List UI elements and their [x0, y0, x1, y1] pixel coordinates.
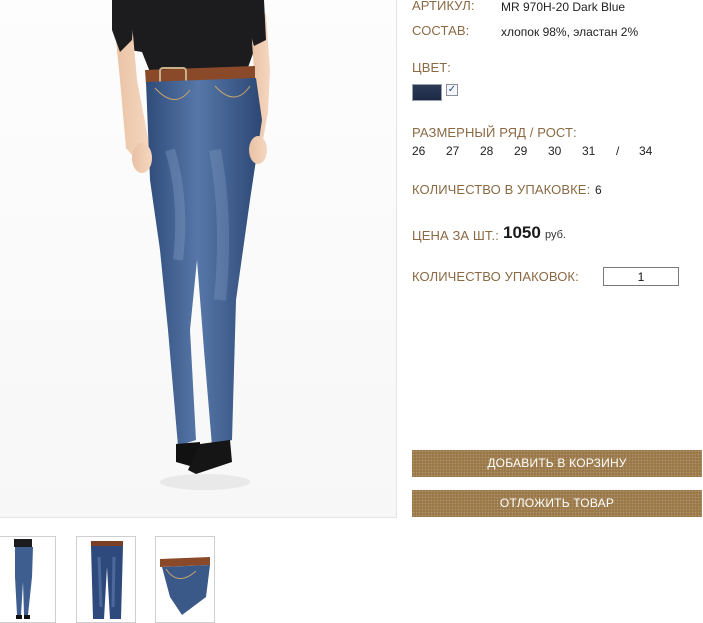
- size-option: 30: [548, 144, 562, 158]
- thumbnail-front-view[interactable]: [0, 536, 56, 623]
- composition-value: хлопок 98%, эластан 2%: [501, 25, 639, 39]
- pack-quantity-label: КОЛИЧЕСТВО В УПАКОВКЕ:: [412, 182, 591, 197]
- size-option: 26: [412, 144, 426, 158]
- height-option: 34: [639, 144, 653, 158]
- price-label: ЦЕНА ЗА ШТ.:: [412, 228, 499, 243]
- pack-quantity-value: 6: [595, 183, 602, 197]
- price-currency: руб.: [545, 229, 566, 241]
- size-range-label: РАЗМЕРНЫЙ РЯД / РОСТ:: [412, 125, 577, 140]
- price-value: 1050: [503, 223, 541, 242]
- thumbnail-flat-view[interactable]: [76, 536, 136, 623]
- thumbnail-detail-view[interactable]: [155, 536, 215, 623]
- size-option: 28: [480, 144, 494, 158]
- packs-quantity-input[interactable]: [603, 267, 679, 286]
- size-option: 29: [514, 144, 528, 158]
- packs-quantity-label: КОЛИЧЕСТВО УПАКОВОК:: [412, 269, 579, 284]
- add-to-cart-button[interactable]: ДОБАВИТЬ В КОРЗИНУ: [412, 450, 702, 477]
- height-separator: /: [616, 144, 620, 158]
- article-label: АРТИКУЛ:: [412, 0, 475, 13]
- color-swatch-dark-blue[interactable]: [412, 84, 442, 101]
- color-label: ЦВЕТ:: [412, 60, 452, 75]
- composition-label: СОСТАВ:: [412, 23, 470, 38]
- article-value: MR 970H-20 Dark Blue: [501, 0, 626, 14]
- product-main-image[interactable]: [0, 0, 397, 518]
- size-option: 31: [582, 144, 596, 158]
- color-selected-checkbox[interactable]: ✓: [446, 84, 458, 96]
- defer-item-button[interactable]: ОТЛОЖИТЬ ТОВАР: [412, 490, 702, 517]
- size-option: 27: [446, 144, 460, 158]
